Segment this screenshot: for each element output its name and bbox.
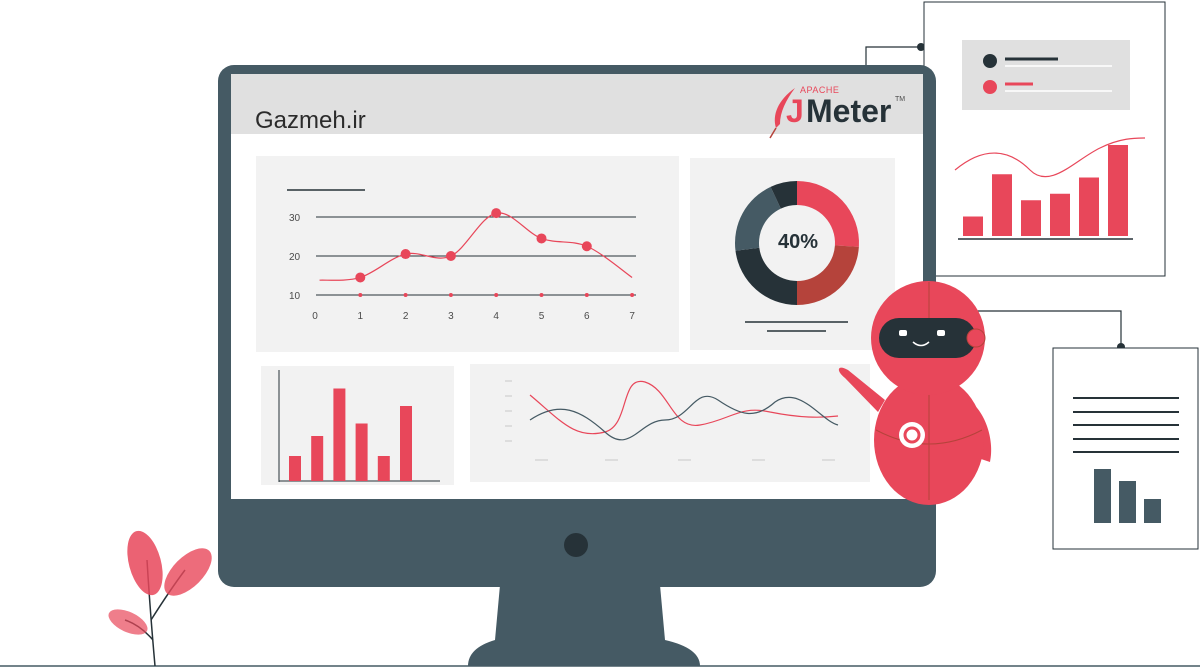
x-tick-label: 6	[584, 311, 590, 322]
bar	[377, 456, 390, 481]
site-name: Gazmeh.ir	[255, 107, 366, 134]
jmeter-name: Meter	[806, 93, 891, 129]
bar	[355, 423, 368, 481]
y-tick-label: 10	[289, 291, 301, 302]
bar	[400, 406, 412, 481]
x-axis-marker	[539, 293, 544, 297]
x-axis-marker	[494, 293, 499, 297]
line-chart-panel: 10 20 30 0 1 2 3 4 5 6 7	[256, 156, 679, 352]
data-point	[491, 208, 502, 219]
x-axis-marker	[358, 293, 363, 297]
x-tick-label: 7	[629, 311, 635, 322]
bar	[1119, 481, 1136, 523]
x-tick-label: 2	[403, 311, 409, 322]
plant-icon	[108, 530, 212, 667]
bar	[333, 388, 346, 481]
data-point	[400, 249, 411, 260]
bar	[992, 174, 1012, 236]
y-tick-label: 30	[289, 213, 301, 224]
x-tick-label: 0	[312, 311, 318, 322]
bar	[963, 216, 983, 236]
bar	[311, 436, 324, 481]
x-tick-label: 5	[539, 311, 545, 322]
x-tick-label: 3	[448, 311, 454, 322]
jmeter-trademark: TM	[895, 96, 905, 103]
bar	[289, 456, 301, 481]
report-card-top	[923, 1, 1166, 277]
x-axis-marker	[584, 293, 589, 297]
x-tick-label: 4	[493, 311, 499, 322]
x-axis-marker	[448, 293, 453, 297]
wave-chart-panel	[470, 364, 870, 482]
data-point	[445, 251, 456, 261]
bar	[1079, 177, 1099, 236]
data-point	[355, 272, 366, 283]
data-point	[581, 241, 592, 252]
bar	[1021, 200, 1041, 236]
bar	[1094, 469, 1111, 523]
monitor-stand	[468, 585, 700, 666]
x-axis-marker	[403, 293, 408, 297]
monitor-power-button[interactable]	[564, 533, 588, 557]
y-tick-label: 20	[289, 252, 301, 263]
x-axis-marker	[630, 293, 635, 297]
bar	[1108, 145, 1128, 236]
donut-panel: 40%	[690, 158, 895, 350]
bar	[1050, 193, 1070, 236]
donut-percentage-label: 40%	[778, 231, 818, 253]
illustration-stage: Gazmeh.ir APACHE J Meter TM 10 20 30 0 1 2 3 4 5…	[0, 0, 1200, 672]
jmeter-j: J	[786, 93, 804, 129]
bar-chart-panel	[261, 366, 454, 485]
data-point	[536, 233, 547, 244]
report-card-bottom	[1052, 347, 1199, 550]
dashboard-illustration: Gazmeh.ir APACHE J Meter TM 1020300 1 2 3 4 5…	[0, 1, 1200, 667]
bar	[1144, 499, 1161, 523]
x-tick-label: 1	[358, 311, 364, 322]
